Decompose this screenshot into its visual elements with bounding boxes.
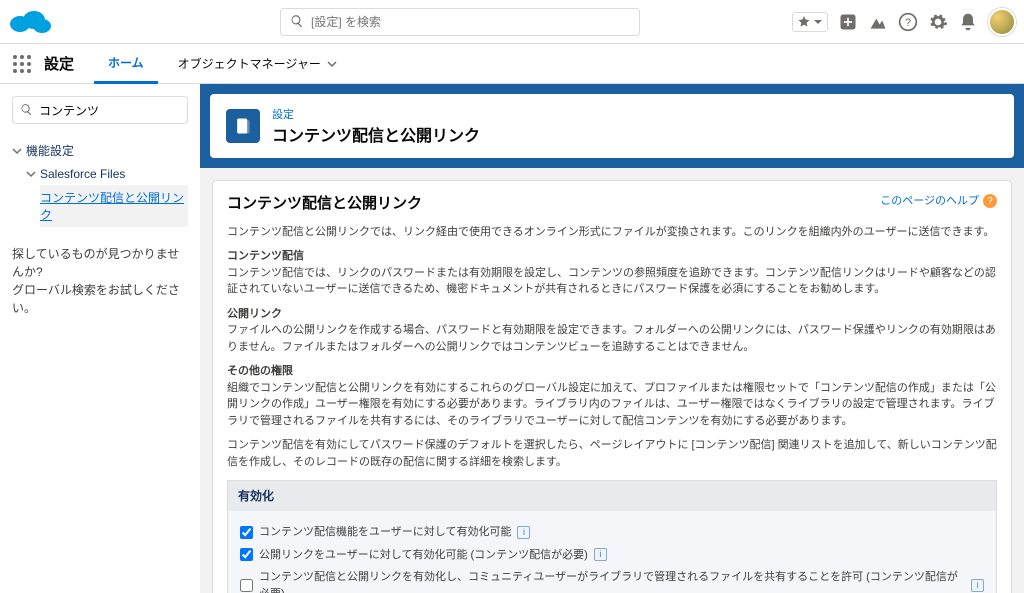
chk-enable-public-link[interactable] bbox=[240, 548, 253, 561]
plus-icon[interactable] bbox=[838, 12, 858, 32]
help-icon[interactable]: ? bbox=[898, 12, 918, 32]
chevron-down-icon bbox=[26, 169, 36, 179]
document-icon bbox=[233, 116, 253, 136]
global-search bbox=[280, 8, 640, 36]
global-header: ? bbox=[0, 0, 1024, 44]
help-icon: ? bbox=[983, 194, 997, 208]
page-icon bbox=[226, 109, 260, 143]
favorites-button[interactable] bbox=[792, 12, 828, 32]
settings-panel: このページのヘルプ ? コンテンツ配信と公開リンク コンテンツ配信と公開リンクで… bbox=[212, 180, 1012, 593]
context-bar: 設定 ホーム オブジェクトマネージャー bbox=[0, 44, 1024, 84]
page-title: コンテンツ配信と公開リンク bbox=[272, 122, 480, 146]
tab-home[interactable]: ホーム bbox=[94, 44, 158, 84]
section-other-perms-p: 組織でコンテンツ配信と公開リンクを有効にするこれらのグローバル設定に加えて、プロ… bbox=[227, 380, 997, 430]
gear-icon[interactable] bbox=[928, 12, 948, 32]
activation-block: 有効化 コンテンツ配信機能をユーザーに対して有効化可能 i 公開リンクをユーザー… bbox=[227, 480, 997, 593]
chk-enable-content-delivery[interactable] bbox=[240, 526, 253, 539]
chk-enable-community[interactable] bbox=[240, 579, 253, 592]
star-icon bbox=[797, 15, 811, 29]
breadcrumb: 設定 bbox=[272, 106, 480, 122]
info-icon[interactable]: i bbox=[517, 526, 530, 539]
tree-feature-settings[interactable]: 機能設定 bbox=[12, 138, 188, 163]
row-enable-community: コンテンツ配信と公開リンクを有効化し、コミュニティユーザーがライブラリで管理され… bbox=[240, 566, 984, 593]
sidebar-search-input[interactable] bbox=[12, 96, 188, 124]
search-icon bbox=[290, 14, 304, 28]
sidebar-search bbox=[12, 96, 188, 124]
section-public-link-h: 公開リンク bbox=[227, 306, 997, 323]
section-layout-hint: コンテンツ配信を有効にしてパスワード保護のデフォルトを選択したら、ページレイアウ… bbox=[227, 437, 997, 470]
svg-text:?: ? bbox=[905, 17, 911, 29]
trailhead-icon[interactable] bbox=[868, 12, 888, 32]
chevron-down-icon bbox=[327, 59, 337, 69]
row-enable-content-delivery: コンテンツ配信機能をユーザーに対して有効化可能 i bbox=[240, 521, 984, 544]
section-content-delivery-p: コンテンツ配信では、リンクのパスワードまたは有効期限を設定し、コンテンツの参照頻… bbox=[227, 265, 997, 298]
salesforce-logo-icon[interactable] bbox=[8, 8, 52, 36]
header-actions: ? bbox=[792, 8, 1016, 36]
sidebar-help-text: 探しているものが見つかりませんか? グローバル検索をお試しください。 bbox=[12, 245, 188, 317]
user-avatar[interactable] bbox=[988, 8, 1016, 36]
tree-salesforce-files[interactable]: Salesforce Files bbox=[26, 163, 188, 185]
intro-text: コンテンツ配信と公開リンクでは、リンク経由で使用できるオンライン形式にファイルが… bbox=[227, 224, 997, 241]
content-area: 設定 コンテンツ配信と公開リンク このページのヘルプ ? コンテンツ配信と公開リ… bbox=[200, 84, 1024, 593]
section-content-delivery-h: コンテンツ配信 bbox=[227, 248, 997, 265]
info-icon[interactable]: i bbox=[594, 548, 607, 561]
tab-object-manager[interactable]: オブジェクトマネージャー bbox=[164, 45, 351, 82]
tree-content-deliveries[interactable]: コンテンツ配信と公開リンク bbox=[40, 185, 188, 227]
page-help-link[interactable]: このページのヘルプ ? bbox=[880, 193, 997, 210]
search-icon bbox=[20, 103, 33, 116]
bell-icon[interactable] bbox=[958, 12, 978, 32]
app-name: 設定 bbox=[44, 53, 74, 74]
global-search-input[interactable] bbox=[280, 8, 640, 36]
app-launcher-icon[interactable] bbox=[12, 54, 32, 74]
page-banner: 設定 コンテンツ配信と公開リンク bbox=[200, 84, 1024, 168]
row-enable-public-link: 公開リンクをユーザーに対して有効化可能 (コンテンツ配信が必要) i bbox=[240, 544, 984, 567]
section-public-link-p: ファイルへの公開リンクを作成する場合、パスワードと有効期限を設定できます。フォル… bbox=[227, 322, 997, 355]
section-other-perms-h: その他の権限 bbox=[227, 363, 997, 380]
setup-sidebar: 機能設定 Salesforce Files コンテンツ配信と公開リンク 探してい… bbox=[0, 84, 200, 593]
info-icon[interactable]: i bbox=[971, 579, 984, 592]
activation-heading: 有効化 bbox=[228, 481, 996, 511]
chevron-down-icon bbox=[813, 17, 823, 27]
chevron-down-icon bbox=[12, 146, 22, 156]
